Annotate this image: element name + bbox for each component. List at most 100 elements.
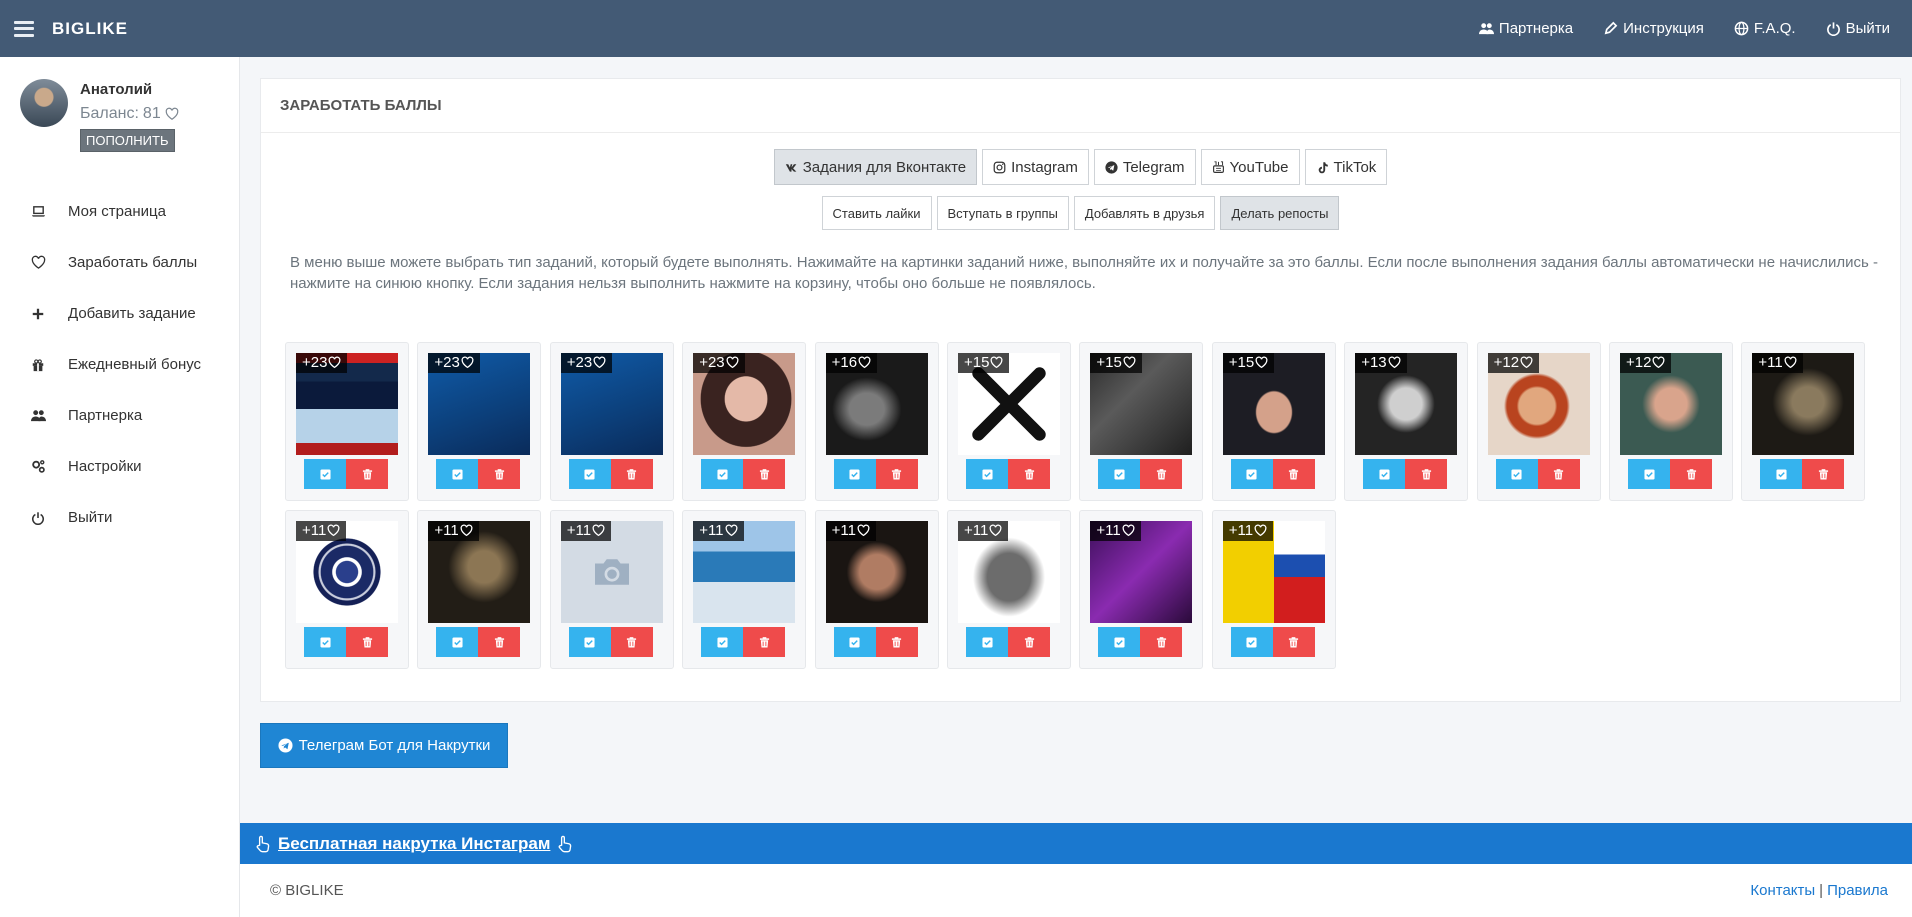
task-thumbnail[interactable]: +11: [958, 521, 1060, 623]
delete-task-button[interactable]: [346, 459, 388, 489]
check-task-button[interactable]: [701, 459, 744, 489]
task-thumbnail[interactable]: +11: [560, 521, 663, 623]
task-thumbnail[interactable]: +15: [958, 353, 1060, 455]
delete-task-button[interactable]: [610, 459, 653, 489]
delete-task-button[interactable]: [1272, 459, 1315, 489]
delete-task-button[interactable]: [1272, 627, 1315, 657]
delete-task-button[interactable]: [1537, 459, 1580, 489]
task-thumbnail[interactable]: +11: [1752, 353, 1855, 455]
tab-vkontakte[interactable]: Задания для Вконтакте: [773, 149, 978, 185]
subtab-reposts[interactable]: Делать репосты: [1220, 196, 1340, 230]
check-task-button[interactable]: [1628, 459, 1670, 489]
telegram-bot-label: Телеграм Бот для Накрутки: [298, 737, 491, 754]
tab-tiktok[interactable]: TikTok: [1304, 149, 1388, 185]
check-task-button[interactable]: [1230, 459, 1273, 489]
task-card: +13: [1344, 342, 1469, 501]
task-thumbnail[interactable]: +23: [428, 353, 531, 455]
subtab-join-groups[interactable]: Вступать в группы: [936, 196, 1069, 230]
tab-instagram[interactable]: Instagram: [982, 149, 1089, 185]
task-card: +15: [1079, 342, 1204, 501]
telegram-bot-button[interactable]: Телеграм Бот для Накрутки: [260, 723, 508, 768]
task-actions: [1363, 459, 1448, 489]
sidebar-item-earn-points[interactable]: Заработать баллы: [0, 237, 239, 288]
check-task-button[interactable]: [436, 459, 479, 489]
sidebar-item-settings[interactable]: Настройки: [0, 441, 239, 492]
task-thumbnail[interactable]: +11: [693, 521, 796, 623]
delete-task-button[interactable]: [346, 627, 388, 657]
nav-faq-link[interactable]: F.A.Q.: [1734, 20, 1796, 37]
task-thumbnail[interactable]: +15: [1090, 353, 1193, 455]
task-thumbnail[interactable]: +13: [1355, 353, 1458, 455]
check-task-button[interactable]: [1495, 459, 1538, 489]
tab-telegram[interactable]: Telegram: [1093, 149, 1196, 185]
task-thumbnail[interactable]: +23: [296, 353, 398, 455]
check-task-button[interactable]: [304, 459, 346, 489]
sidebar-item-add-task[interactable]: Добавить задание: [0, 288, 239, 339]
topup-button[interactable]: ПОПОЛНИТЬ: [80, 129, 175, 152]
task-thumbnail[interactable]: +11: [296, 521, 398, 623]
sidebar-item-my-page[interactable]: Моя страница: [0, 186, 239, 237]
check-task-button[interactable]: [436, 627, 479, 657]
check-task-button[interactable]: [304, 627, 346, 657]
avatar[interactable]: [20, 79, 68, 127]
task-thumbnail[interactable]: +15: [1222, 353, 1325, 455]
nav-logout-link[interactable]: Выйти: [1826, 20, 1890, 37]
delete-task-button[interactable]: [743, 627, 786, 657]
sidebar-item-logout[interactable]: Выйти: [0, 492, 239, 543]
task-thumbnail[interactable]: +11: [825, 521, 928, 623]
subtab-add-friends[interactable]: Добавлять в друзья: [1073, 196, 1216, 230]
check-task-button[interactable]: [833, 459, 876, 489]
trash-icon: [362, 468, 372, 480]
delete-task-button[interactable]: [1140, 459, 1183, 489]
nav-partner-link[interactable]: Партнерка: [1478, 20, 1574, 37]
subtab-likes[interactable]: Ставить лайки: [821, 196, 932, 230]
task-card: +11: [1211, 510, 1336, 669]
balance-value: 81: [142, 105, 161, 122]
task-thumbnail[interactable]: +12: [1620, 353, 1722, 455]
sidebar-item-partner[interactable]: Партнерка: [0, 390, 239, 441]
rules-link[interactable]: Правила: [1827, 882, 1888, 899]
instagram-promo-link[interactable]: Бесплатная накрутка Инстаграм: [278, 834, 550, 854]
check-task-button[interactable]: [1363, 459, 1406, 489]
delete-task-button[interactable]: [1802, 459, 1845, 489]
task-actions: [1098, 459, 1183, 489]
check-task-button[interactable]: [568, 627, 611, 657]
delete-task-button[interactable]: [743, 459, 786, 489]
delete-task-button[interactable]: [1008, 627, 1050, 657]
check-task-button[interactable]: [1230, 627, 1273, 657]
task-thumbnail[interactable]: +23: [693, 353, 796, 455]
task-card: +11: [1741, 342, 1866, 501]
delete-task-button[interactable]: [875, 627, 918, 657]
task-thumbnail[interactable]: +16: [825, 353, 928, 455]
tab-youtube[interactable]: YouTube: [1200, 149, 1300, 185]
check-task-button[interactable]: [1760, 459, 1803, 489]
task-thumbnail[interactable]: +23: [560, 353, 663, 455]
delete-task-button[interactable]: [1008, 459, 1050, 489]
task-thumbnail[interactable]: +11: [1090, 521, 1193, 623]
delete-task-button[interactable]: [1140, 627, 1183, 657]
delete-task-button[interactable]: [478, 459, 521, 489]
trash-icon: [892, 636, 902, 648]
check-task-button[interactable]: [568, 459, 611, 489]
delete-task-button[interactable]: [1670, 459, 1712, 489]
check-task-button[interactable]: [1098, 459, 1141, 489]
hamburger-menu-icon[interactable]: [14, 20, 34, 37]
delete-task-button[interactable]: [478, 627, 521, 657]
check-task-button[interactable]: [833, 627, 876, 657]
contacts-link[interactable]: Контакты: [1750, 882, 1815, 899]
brand-logo[interactable]: BIGLIKE: [52, 19, 128, 39]
delete-task-button[interactable]: [610, 627, 653, 657]
check-task-button[interactable]: [966, 627, 1008, 657]
task-thumbnail[interactable]: +11: [428, 521, 531, 623]
task-thumbnail[interactable]: +12: [1487, 353, 1590, 455]
task-thumbnail[interactable]: +11: [1222, 521, 1325, 623]
nav-partner-label: Партнерка: [1498, 20, 1574, 37]
delete-task-button[interactable]: [1405, 459, 1448, 489]
check-task-button[interactable]: [701, 627, 744, 657]
nav-faq-label: F.A.Q.: [1753, 20, 1796, 37]
nav-instruction-link[interactable]: Инструкция: [1603, 20, 1704, 37]
delete-task-button[interactable]: [875, 459, 918, 489]
sidebar-item-daily-bonus[interactable]: Ежедневный бонус: [0, 339, 239, 390]
check-task-button[interactable]: [1098, 627, 1141, 657]
check-task-button[interactable]: [966, 459, 1008, 489]
